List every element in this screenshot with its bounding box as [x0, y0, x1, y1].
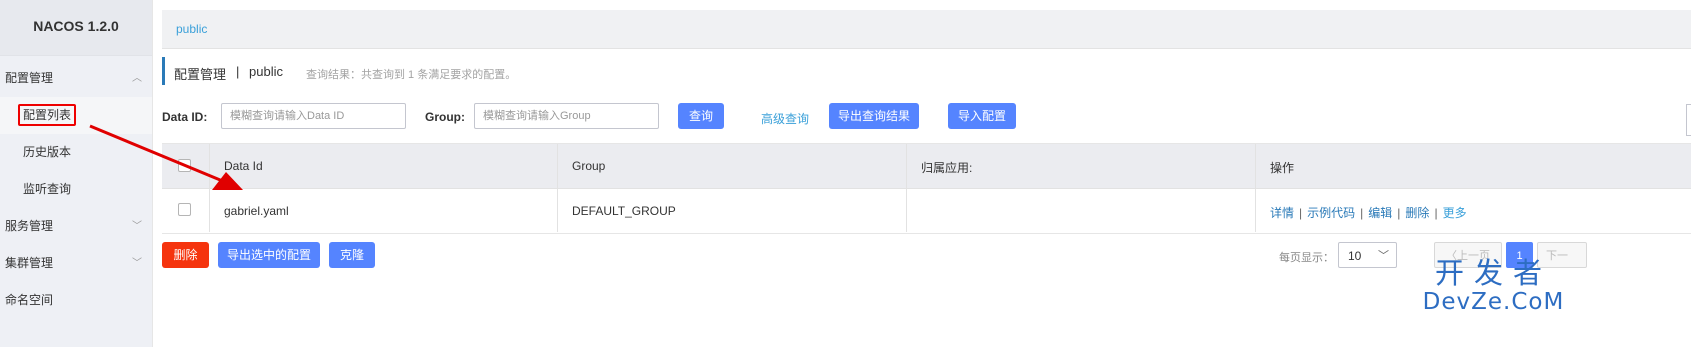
chevron-down-icon: ﹀: [1378, 250, 1389, 262]
cell-app: [907, 189, 1256, 232]
page-title-namespace: public: [249, 64, 283, 79]
divider: |: [1360, 206, 1364, 220]
column-header-group: Group: [558, 144, 907, 188]
divider: |: [1397, 206, 1401, 220]
row-actions: 详情 | 示例代码 | 编辑 | 删除 | 更多: [1270, 204, 1467, 221]
page-size-select[interactable]: 10 ﹀: [1338, 242, 1397, 268]
sidebar-item-listener-query[interactable]: 监听查询: [0, 171, 152, 208]
table-row: gabriel.yaml DEFAULT_GROUP 详情 | 示例代码 | 编辑 | 删除…: [162, 189, 1691, 232]
row-select-cell: [162, 189, 210, 232]
page-size-label: 每页显示：: [1279, 252, 1334, 264]
namespace-link-public[interactable]: public: [176, 22, 207, 36]
chevron-down-icon: ﹀: [132, 258, 142, 269]
config-table: Data Id Group 归属应用: 操作 gabriel.yaml DEFA…: [162, 143, 1691, 234]
sidebar-item-cluster-management[interactable]: 集群管理 ﹀: [0, 245, 152, 282]
clone-button[interactable]: 克隆: [329, 242, 375, 268]
page-title-text: 配置管理: [174, 67, 227, 82]
chevron-up-icon: ︿: [132, 73, 142, 84]
bulk-delete-button[interactable]: 删除: [162, 242, 209, 268]
cell-actions: 详情 | 示例代码 | 编辑 | 删除 | 更多: [1256, 189, 1691, 232]
column-header-actions: 操作: [1270, 161, 1295, 175]
page-title: 配置管理 | public 查询结果：共查询到 1 条满足要求的配置。: [162, 57, 1065, 85]
sidebar-item-label: 命名空间: [5, 293, 54, 307]
sidebar-item-label: 集群管理: [5, 256, 54, 270]
data-id-label: Data ID:: [162, 110, 208, 124]
export-results-button[interactable]: 导出查询结果: [829, 103, 919, 129]
query-result-text: 查询结果：共查询到 1 条满足要求的配置。: [306, 69, 517, 81]
export-selected-button[interactable]: 导出选中的配置: [218, 242, 320, 268]
details-link[interactable]: 详情: [1270, 206, 1294, 220]
sidebar-item-label: 配置管理: [5, 71, 54, 85]
watermark-line2: DevZe.CoM: [1422, 289, 1565, 315]
import-config-button[interactable]: 导入配置: [948, 103, 1016, 129]
sidebar-item-label: 服务管理: [5, 219, 54, 233]
sidebar-item-history[interactable]: 历史版本: [0, 134, 152, 171]
watermark: 开发者 DevZe.CoM: [1421, 258, 1566, 316]
sidebar-item-label: 配置列表: [18, 104, 77, 126]
row-checkbox[interactable]: [178, 203, 191, 216]
sidebar-item-namespace[interactable]: 命名空间: [0, 282, 152, 319]
sidebar-item-config-list[interactable]: 配置列表: [0, 97, 152, 134]
cell-data-id: gabriel.yaml: [210, 189, 558, 232]
sample-code-link[interactable]: 示例代码: [1307, 206, 1355, 220]
page-size-value: 10: [1348, 249, 1362, 263]
sidebar-item-config-management[interactable]: 配置管理 ︿: [0, 60, 152, 97]
brand-title: NACOS 1.2.0: [0, 0, 152, 56]
group-input[interactable]: 模糊查询请输入Group: [474, 103, 659, 129]
group-label: Group:: [425, 110, 465, 124]
search-bar: Data ID: 模糊查询请输入Data ID Group: 模糊查询请输入Gr…: [162, 103, 1691, 131]
edit-link[interactable]: 编辑: [1368, 206, 1392, 220]
scrollbar[interactable]: [1686, 104, 1691, 136]
sidebar: NACOS 1.2.0 配置管理 ︿ 配置列表 历史版本 监听查询 服务管理 ﹀…: [0, 0, 153, 347]
data-id-input[interactable]: 模糊查询请输入Data ID: [221, 103, 406, 129]
delete-link[interactable]: 删除: [1405, 206, 1429, 220]
chevron-down-icon: ﹀: [132, 221, 142, 232]
watermark-line1: 开发者: [1434, 256, 1552, 290]
query-button[interactable]: 查询: [678, 103, 724, 129]
sidebar-item-label: 历史版本: [23, 145, 72, 159]
sidebar-item-label: 监听查询: [23, 182, 72, 196]
select-all-checkbox[interactable]: [178, 159, 191, 172]
table-header: Data Id Group 归属应用: 操作: [162, 144, 1691, 189]
column-header-data-id: Data Id: [210, 144, 558, 188]
sidebar-item-service-management[interactable]: 服务管理 ﹀: [0, 208, 152, 245]
column-header-app: 归属应用:: [907, 144, 1256, 188]
namespace-bar: public: [162, 10, 1691, 49]
more-link[interactable]: 更多: [1443, 206, 1467, 220]
title-separator: |: [236, 64, 240, 79]
divider: |: [1299, 206, 1303, 220]
advanced-query-link[interactable]: 高级查询: [761, 110, 809, 127]
divider: |: [1434, 206, 1438, 220]
cell-group: DEFAULT_GROUP: [558, 189, 907, 232]
header-select-cell: [162, 144, 210, 188]
